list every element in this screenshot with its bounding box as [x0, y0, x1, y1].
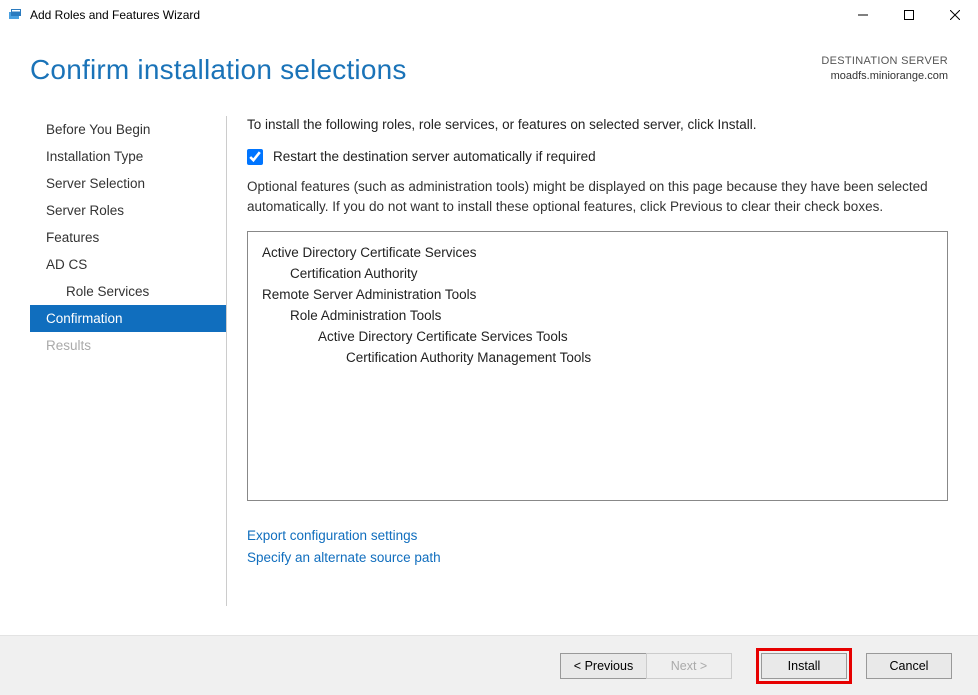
nav-item-ad-cs[interactable]: AD CS [30, 251, 226, 278]
nav-item-server-roles[interactable]: Server Roles [30, 197, 226, 224]
nav-item-role-services[interactable]: Role Services [30, 278, 226, 305]
install-item[interactable]: Remote Server Administration Tools [262, 284, 933, 305]
install-item[interactable]: Certification Authority Management Tools [262, 347, 933, 368]
minimize-button[interactable] [840, 0, 886, 30]
destination-label: DESTINATION SERVER [821, 54, 948, 69]
cancel-button[interactable]: Cancel [866, 653, 952, 679]
maximize-button[interactable] [886, 0, 932, 30]
alternate-source-link[interactable]: Specify an alternate source path [247, 547, 948, 569]
destination-block: DESTINATION SERVER moadfs.miniorange.com [821, 54, 948, 85]
wizard-footer: < Previous Next > Install Cancel [0, 635, 978, 695]
install-button[interactable]: Install [761, 653, 847, 679]
next-button: Next > [646, 653, 732, 679]
restart-label: Restart the destination server automatic… [273, 149, 596, 164]
install-item[interactable]: Role Administration Tools [262, 305, 933, 326]
wizard-nav: Before You BeginInstallation TypeServer … [30, 116, 226, 606]
window-controls [840, 0, 978, 30]
install-item[interactable]: Active Directory Certificate Services [262, 242, 933, 263]
export-config-link[interactable]: Export configuration settings [247, 525, 948, 547]
destination-name: moadfs.miniorange.com [821, 69, 948, 84]
nav-item-results: Results [30, 332, 226, 359]
page-title: Confirm installation selections [30, 54, 821, 86]
install-selections-box[interactable]: Active Directory Certificate ServicesCer… [247, 231, 948, 501]
install-item[interactable]: Certification Authority [262, 263, 933, 284]
server-manager-icon [8, 7, 24, 23]
optional-features-note: Optional features (such as administratio… [247, 177, 948, 218]
nav-button-group: < Previous Next > [560, 653, 732, 679]
page-header: Confirm installation selections DESTINAT… [0, 30, 978, 86]
restart-checkbox-row[interactable]: Restart the destination server automatic… [247, 149, 948, 165]
vertical-divider [226, 116, 227, 606]
install-button-highlight: Install [756, 648, 852, 684]
intro-text: To install the following roles, role ser… [247, 116, 948, 135]
window-title: Add Roles and Features Wizard [30, 8, 840, 22]
install-item[interactable]: Active Directory Certificate Services To… [262, 326, 933, 347]
nav-item-confirmation[interactable]: Confirmation [30, 305, 226, 332]
nav-item-server-selection[interactable]: Server Selection [30, 170, 226, 197]
nav-item-installation-type[interactable]: Installation Type [30, 143, 226, 170]
restart-checkbox[interactable] [247, 149, 263, 165]
previous-button[interactable]: < Previous [560, 653, 646, 679]
nav-item-features[interactable]: Features [30, 224, 226, 251]
window-titlebar: Add Roles and Features Wizard [0, 0, 978, 30]
action-links: Export configuration settings Specify an… [247, 525, 948, 568]
close-button[interactable] [932, 0, 978, 30]
nav-item-before-you-begin[interactable]: Before You Begin [30, 116, 226, 143]
wizard-content: To install the following roles, role ser… [247, 116, 948, 606]
